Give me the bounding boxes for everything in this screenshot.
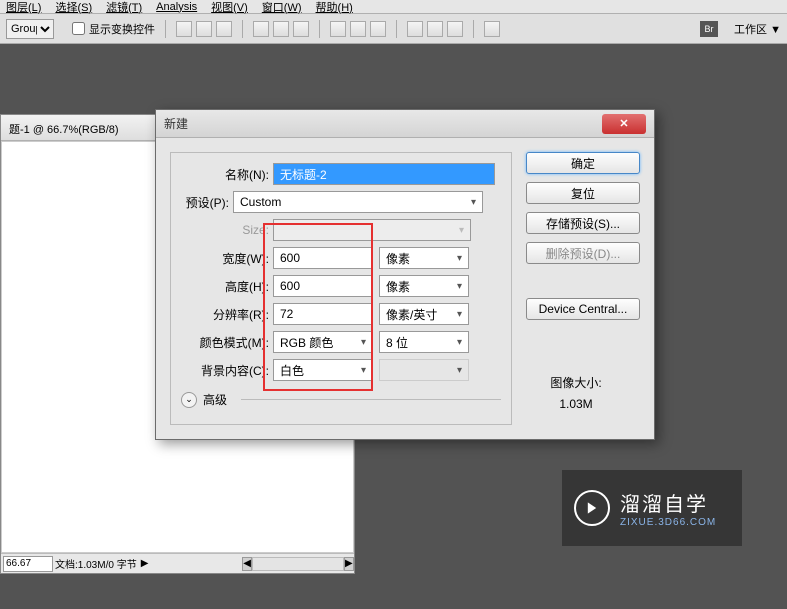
size-label: Size: xyxy=(181,223,273,237)
distribute-icons-1 xyxy=(330,21,386,37)
height-unit-combo[interactable]: 像素 xyxy=(379,275,469,297)
align-icons-1 xyxy=(176,21,232,37)
align-icon[interactable] xyxy=(176,21,192,37)
name-label: 名称(N): xyxy=(181,166,273,183)
resolution-input[interactable] xyxy=(273,303,373,325)
misc-icon xyxy=(484,21,500,37)
width-label: 宽度(W): xyxy=(181,250,273,267)
preset-label: 预设(P): xyxy=(181,194,233,211)
reset-button[interactable]: 复位 xyxy=(526,182,640,204)
image-size-info: 图像大小: 1.03M xyxy=(526,374,626,411)
menu-bar: 图层(L) 选择(S) 滤镜(T) Analysis 视图(V) 窗口(W) 帮… xyxy=(0,0,787,14)
distribute-icon[interactable] xyxy=(447,21,463,37)
hscroll-left[interactable]: ◀ xyxy=(242,557,252,571)
menu-help[interactable]: 帮助(H) xyxy=(316,0,353,15)
bridge-icon[interactable]: Br xyxy=(700,21,718,37)
image-size-value: 1.03M xyxy=(526,397,626,411)
menu-filter[interactable]: 滤镜(T) xyxy=(106,0,142,15)
size-combo xyxy=(273,219,471,241)
watermark: 溜溜自学 ZIXUE.3D66.COM xyxy=(562,470,742,546)
distribute-icon[interactable] xyxy=(370,21,386,37)
align-icon[interactable] xyxy=(253,21,269,37)
show-transform-checkbox[interactable]: 显示变换控件 xyxy=(72,21,155,37)
watermark-text: 溜溜自学 xyxy=(620,488,716,517)
menu-view[interactable]: 视图(V) xyxy=(211,0,248,15)
status-doc-size: 文档:1.03M/0 字节 xyxy=(55,556,137,571)
bg-label: 背景内容(C): xyxy=(181,362,273,379)
distribute-icon[interactable] xyxy=(407,21,423,37)
dialog-button-column: 确定 复位 存储预设(S)... 删除预设(D)... Device Centr… xyxy=(526,152,640,425)
workspace-button[interactable]: 工作区 ▼ xyxy=(734,21,781,37)
menu-window[interactable]: 窗口(W) xyxy=(262,0,302,15)
toolbar: Group 显示变换控件 Br 工作区 ▼ xyxy=(0,14,787,44)
new-document-dialog: 新建 ✕ 名称(N): 预设(P): Custom Size: 宽度(W): 像… xyxy=(155,109,655,440)
ok-button[interactable]: 确定 xyxy=(526,152,640,174)
checkbox-icon[interactable] xyxy=(72,22,85,35)
status-bar: 文档:1.03M/0 字节 ▶ ◀ ▶ xyxy=(1,553,354,573)
align-icon[interactable] xyxy=(196,21,212,37)
align-icon[interactable] xyxy=(293,21,309,37)
width-input[interactable] xyxy=(273,247,373,269)
height-input[interactable] xyxy=(273,275,373,297)
separator xyxy=(165,20,166,38)
separator xyxy=(473,20,474,38)
height-label: 高度(H): xyxy=(181,278,273,295)
image-size-label: 图像大小: xyxy=(526,374,626,391)
watermark-url: ZIXUE.3D66.COM xyxy=(620,517,716,528)
menu-analysis[interactable]: Analysis xyxy=(156,1,197,13)
width-unit-combo[interactable]: 像素 xyxy=(379,247,469,269)
play-icon xyxy=(574,490,610,526)
bg-extra-combo[interactable] xyxy=(379,359,469,381)
colormode-combo[interactable]: RGB 颜色 xyxy=(273,331,373,353)
distribute-icon[interactable] xyxy=(427,21,443,37)
dialog-form: 名称(N): 预设(P): Custom Size: 宽度(W): 像素 高度(… xyxy=(170,152,512,425)
dialog-title: 新建 xyxy=(164,115,188,132)
tool-icon[interactable] xyxy=(484,21,500,37)
name-input[interactable] xyxy=(273,163,495,185)
hscroll-right[interactable]: ▶ xyxy=(344,557,354,571)
device-central-button[interactable]: Device Central... xyxy=(526,298,640,320)
chevron-down-icon: ⌄ xyxy=(181,392,197,408)
resolution-label: 分辨率(R): xyxy=(181,306,273,323)
menu-layer[interactable]: 图层(L) xyxy=(6,0,41,15)
distribute-icon[interactable] xyxy=(350,21,366,37)
advanced-label: 高级 xyxy=(203,391,227,408)
separator xyxy=(319,20,320,38)
colormode-label: 颜色模式(M): xyxy=(181,334,273,351)
align-icons-2 xyxy=(253,21,309,37)
distribute-icon[interactable] xyxy=(330,21,346,37)
show-transform-label: 显示变换控件 xyxy=(89,21,155,37)
align-icon[interactable] xyxy=(273,21,289,37)
separator xyxy=(396,20,397,38)
delete-preset-button[interactable]: 删除预设(D)... xyxy=(526,242,640,264)
bits-combo[interactable]: 8 位 xyxy=(379,331,469,353)
zoom-input[interactable] xyxy=(3,556,53,572)
preset-combo[interactable]: Custom xyxy=(233,191,483,213)
distribute-icons-2 xyxy=(407,21,463,37)
resolution-unit-combo[interactable]: 像素/英寸 xyxy=(379,303,469,325)
save-preset-button[interactable]: 存储预设(S)... xyxy=(526,212,640,234)
menu-select[interactable]: 选择(S) xyxy=(55,0,92,15)
group-select[interactable]: Group xyxy=(6,19,54,39)
close-button[interactable]: ✕ xyxy=(602,114,646,134)
bg-combo[interactable]: 白色 xyxy=(273,359,373,381)
align-icon[interactable] xyxy=(216,21,232,37)
advanced-toggle[interactable]: ⌄ 高级 xyxy=(181,391,501,408)
separator xyxy=(242,20,243,38)
dialog-titlebar[interactable]: 新建 ✕ xyxy=(156,110,654,138)
